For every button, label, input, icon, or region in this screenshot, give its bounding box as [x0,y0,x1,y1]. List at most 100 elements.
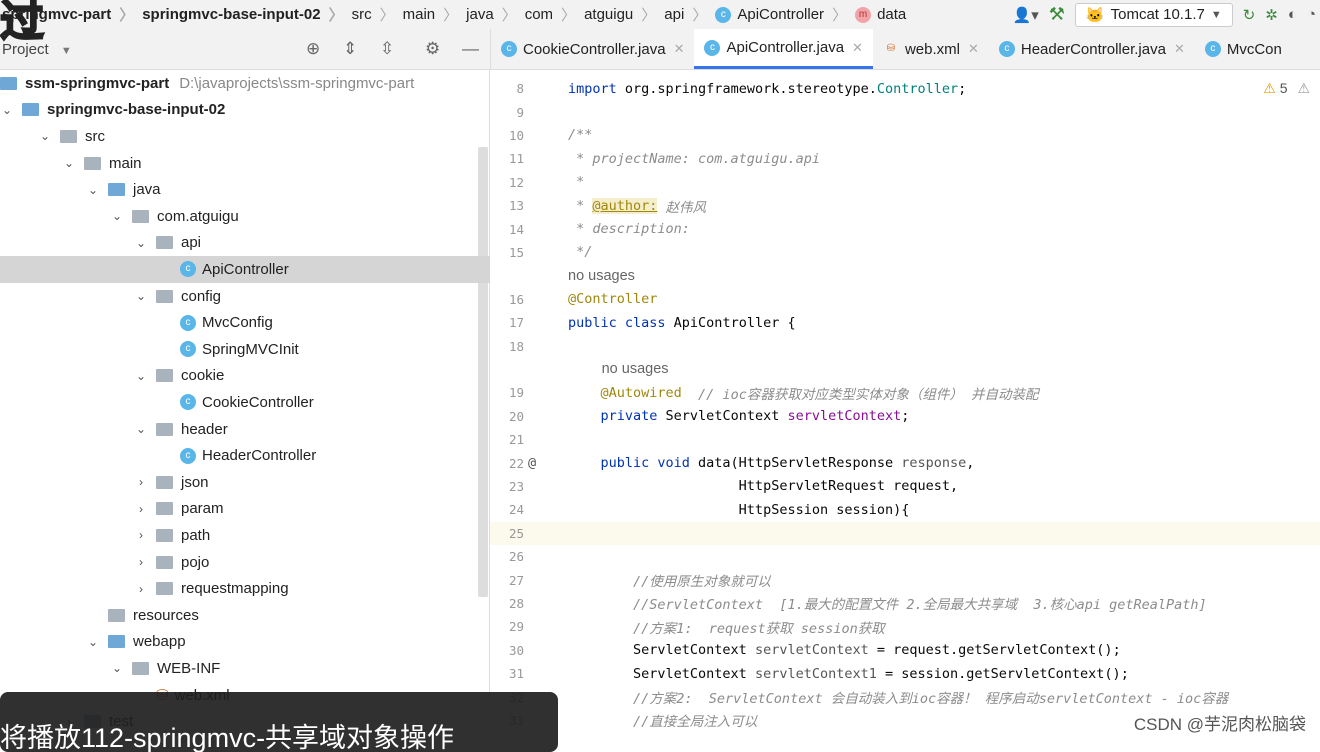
chevron-down-icon[interactable]: ⌄ [134,369,148,383]
tree-item[interactable]: ⌄ src [0,123,490,150]
code-line[interactable]: 14 * description: [490,217,1320,240]
code-line[interactable]: 8 import org.springframework.stereotype. C… [490,77,1320,100]
expand-all-icon[interactable]: ⇕ [343,39,357,59]
gear-icon[interactable]: ⚙ [425,39,440,59]
breadcrumb-item[interactable]: main 〉 [403,4,467,25]
tree-item[interactable]: c SpringMVCInit [0,336,490,363]
chevron-right-icon[interactable]: › [134,555,148,569]
chevron-down-icon[interactable]: ⌄ [62,156,76,170]
chevron-right-icon[interactable]: › [134,582,148,596]
close-icon[interactable]: ✕ [968,41,979,57]
tab-mvccon[interactable]: c MvcCon [1195,29,1292,69]
hide-panel-icon[interactable]: — [462,39,479,59]
chevron-down-icon[interactable]: ⌄ [86,635,100,649]
code-line[interactable]: 17 public class ApiController { [490,311,1320,334]
coverage-icon[interactable]: ◐ [1288,6,1297,23]
code-line[interactable]: 19 @Autowired // ioc容器获取对应类型实体对象（组件） 并自动… [490,381,1320,404]
chevron-down-icon[interactable]: ⌄ [134,236,148,250]
tree-item[interactable]: resources [0,602,490,629]
chevron-down-icon[interactable]: ⌄ [0,103,14,117]
code-line[interactable]: no usages [490,264,1320,287]
tree-item[interactable]: › param [0,496,490,523]
tab-web-xml[interactable]: ⛁ web.xml ✕ [873,29,989,69]
tree-item[interactable]: c CookieController [0,389,490,416]
tree-item[interactable]: ⌄ main [0,150,490,177]
breadcrumb-item[interactable]: api 〉 [664,4,715,25]
code-line[interactable]: 28 //ServletContext [1.最大的配置文件 2.全局最大共享域… [490,592,1320,615]
user-icon[interactable]: 👤▾ [1013,6,1039,24]
code-line[interactable]: 22 public void data(HttpServletResponse … [490,451,1320,474]
chevron-down-icon[interactable]: ⌄ [134,289,148,303]
code-line[interactable]: no usages [490,358,1320,381]
code-line[interactable]: 13 * @author: 赵伟风 [490,194,1320,217]
tree-item[interactable]: ⌄ cookie [0,363,490,390]
code-line[interactable]: 27 //使用原生对象就可以 [490,568,1320,591]
chevron-down-icon[interactable]: ⌄ [38,129,52,143]
code-editor[interactable]: ⚠ 5 ⚠ I 8import org.springframework.ster… [490,70,1320,740]
chevron-right-icon[interactable]: › [134,502,148,516]
tree-item[interactable]: c MvcConfig [0,309,490,336]
code-line[interactable]: 24 HttpSession session){ [490,498,1320,521]
chevron-right-icon[interactable]: › [134,475,148,489]
usage-hint[interactable]: no usages [602,361,669,377]
code-line[interactable]: 18 [490,334,1320,357]
tree-item[interactable]: ⌄ springmvc-base-input-02 [0,97,490,124]
tree-item[interactable]: ssm-springmvc-part D:\javaprojects\ssm-sp… [0,70,490,97]
collapse-all-icon[interactable]: ⇳ [380,39,394,59]
close-icon[interactable]: ✕ [674,41,685,57]
code-line[interactable]: 32 //方案2: ServletContext 会自动装入到ioc容器！ 程序… [490,685,1320,708]
code-line[interactable]: 26 [490,545,1320,568]
chevron-right-icon[interactable]: › [134,528,148,542]
code-line[interactable]: 12 * [490,171,1320,194]
code-line[interactable]: 15 */ [490,241,1320,264]
tree-item[interactable]: c HeaderController [0,442,490,469]
usage-hint[interactable]: no usages [568,268,635,284]
tree-item[interactable]: › path [0,522,490,549]
chevron-down-icon[interactable]: ⌄ [110,661,124,675]
tree-item[interactable]: ⌄ api [0,230,490,257]
chevron-down-icon[interactable]: ⌄ [134,422,148,436]
profiler-icon[interactable]: ◔ [1307,6,1316,23]
run-configuration-select[interactable]: 🐱 Tomcat 10.1.7 ▼ [1074,2,1233,27]
breadcrumb-item[interactable]: src 〉 [352,4,403,25]
code-line[interactable]: 21 [490,428,1320,451]
debug-icon[interactable]: ✲ [1265,6,1278,24]
tree-item[interactable]: ⌄ java [0,176,490,203]
close-icon[interactable]: ✕ [1174,41,1185,57]
code-line[interactable]: 11 * projectName: com.atguigu.api [490,147,1320,170]
locate-icon[interactable]: ⊕ [306,39,320,59]
tree-item[interactable]: ⌄ WEB-INF [0,655,490,682]
breadcrumb-item[interactable]: com 〉 [525,4,584,25]
code-line[interactable]: 20 private ServletContext servletContext… [490,405,1320,428]
tree-item[interactable]: ⌄ config [0,283,490,310]
breadcrumb-item[interactable]: java 〉 [466,4,525,25]
tree-item[interactable]: ⌄ com.atguigu [0,203,490,230]
code-line[interactable]: 25 [490,521,1320,545]
breadcrumb-item[interactable]: m data [855,6,906,23]
tab-apicontroller-java[interactable]: c ApiController.java ✕ [694,29,873,69]
tree-item[interactable]: › requestmapping [0,575,490,602]
tree-item[interactable]: › pojo [0,549,490,576]
breadcrumb-item[interactable]: c ApiController 〉 [715,4,855,25]
code-line[interactable]: 10 /** [490,124,1320,147]
code-line[interactable]: 9 [490,100,1320,123]
chevron-down-icon[interactable]: ⌄ [86,183,100,197]
tree-item[interactable]: ⌄ webapp [0,629,490,656]
code-line[interactable]: 31 ServletContext servletContext1 = sess… [490,662,1320,685]
build-hammer-icon[interactable]: ⚒ [1049,4,1065,25]
code-line[interactable]: 23 HttpServletRequest request, [490,475,1320,498]
chevron-down-icon[interactable]: ⌄ [110,209,124,223]
close-icon[interactable]: ✕ [852,40,863,56]
tree-item[interactable]: c ApiController [0,256,490,283]
code-line[interactable]: 16 @Controller [490,288,1320,311]
breadcrumb-item[interactable]: atguigu 〉 [584,4,664,25]
code-line[interactable]: 29 //方案1: request获取 session获取 [490,615,1320,638]
tree-item[interactable]: › json [0,469,490,496]
implemented-marker-icon[interactable]: @ [528,455,536,471]
tree-item[interactable]: ⌄ header [0,416,490,443]
rerun-icon[interactable]: ↻ [1243,6,1256,24]
tab-cookiecontroller-java[interactable]: c CookieController.java ✕ [491,29,694,69]
code-line[interactable]: 30 ServletContext servletContext = reque… [490,639,1320,662]
tab-headercontroller-java[interactable]: c HeaderController.java ✕ [989,29,1195,69]
breadcrumb-item[interactable]: springmvc-base-input-02 〉 [142,4,351,25]
